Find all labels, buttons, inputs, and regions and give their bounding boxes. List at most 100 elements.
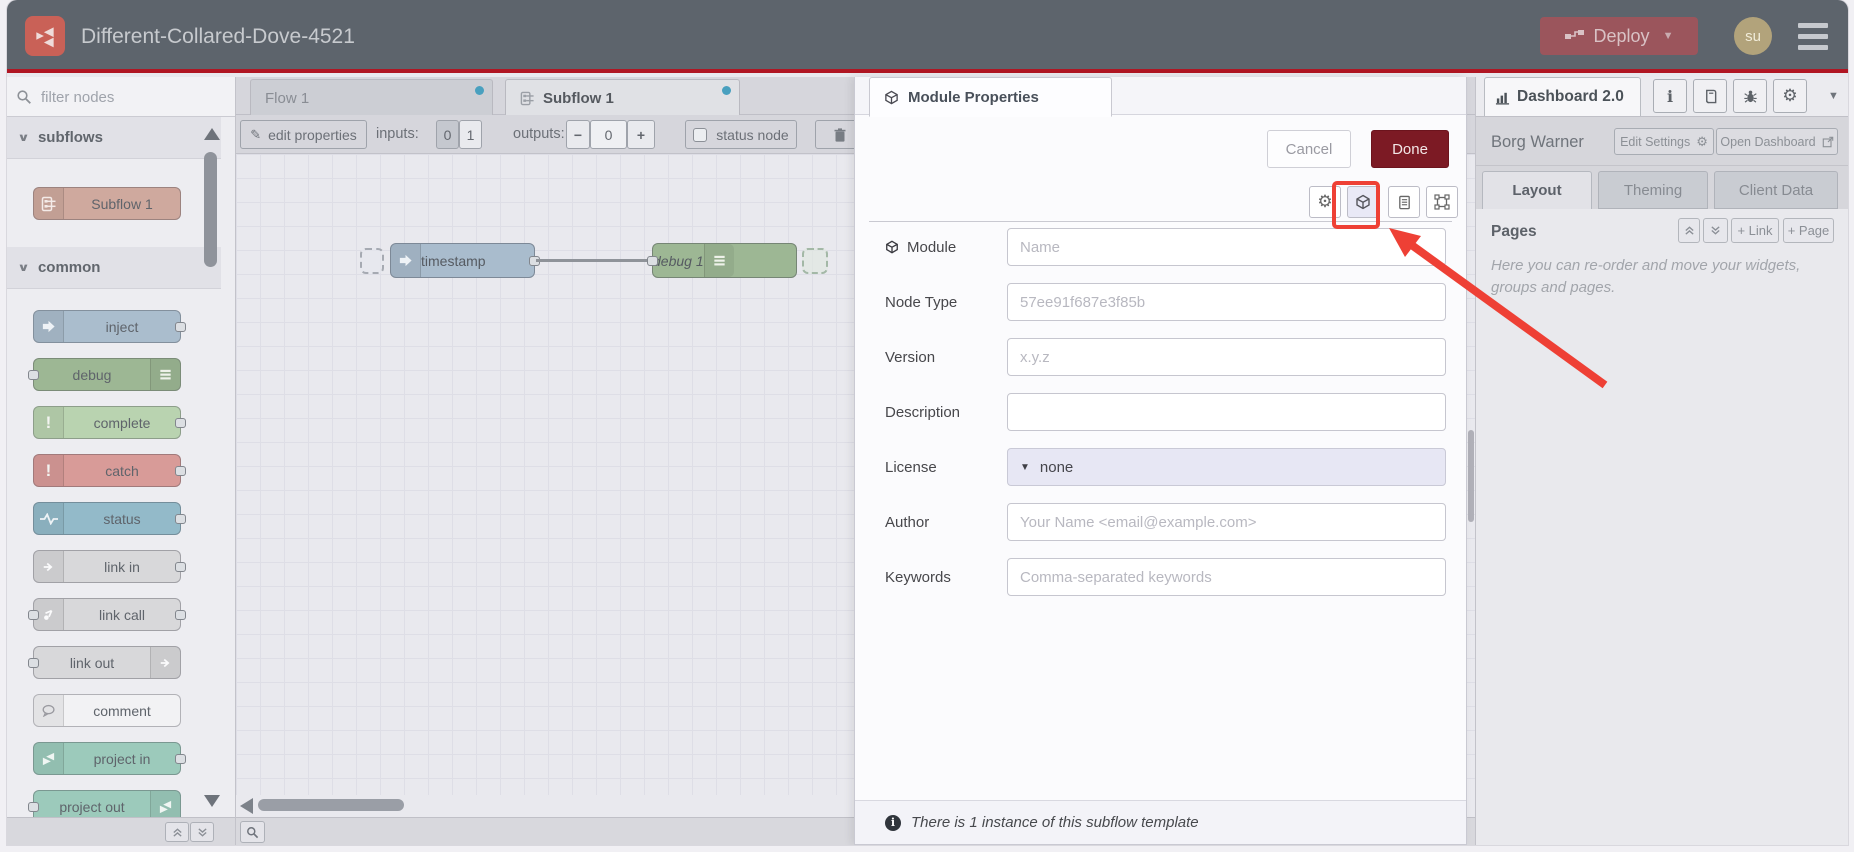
edit-settings-button[interactable]: Edit Settings ⚙ (1614, 128, 1714, 155)
palette-node-inject[interactable]: inject (33, 310, 186, 343)
description-input[interactable] (1007, 393, 1446, 431)
palette-collapse-all-button[interactable] (165, 822, 189, 842)
input-port[interactable] (647, 255, 658, 266)
edit-properties-tab-button[interactable]: ⚙ (1309, 186, 1341, 218)
output-port[interactable] (175, 465, 186, 476)
author-input[interactable] (1007, 503, 1446, 541)
tab-label: Flow 1 (265, 89, 310, 107)
sidebar-more-tabs-chevron-icon[interactable]: ▼ (1828, 90, 1839, 102)
output-port[interactable] (175, 753, 186, 764)
inputs-option-0[interactable]: 0 (436, 120, 459, 149)
status-node-toggle[interactable]: status node (685, 120, 797, 149)
edit-properties-button[interactable]: ✎ edit properties (240, 120, 367, 149)
deploy-dropdown-chevron-icon[interactable]: ▼ (1663, 30, 1674, 42)
subflow-output-stub[interactable] (802, 248, 828, 274)
input-port[interactable] (28, 609, 39, 620)
node-type-input[interactable] (1007, 283, 1446, 321)
double-chevron-up-icon (172, 827, 182, 837)
output-port[interactable] (175, 321, 186, 332)
palette-scroll-up-icon[interactable] (204, 128, 220, 140)
horizontal-scrollbar-thumb[interactable] (258, 799, 404, 811)
module-input[interactable] (1007, 228, 1446, 266)
tab-theming[interactable]: Theming (1598, 171, 1708, 209)
palette-node-project-in[interactable]: project in (33, 742, 186, 775)
description-tab-button[interactable] (1388, 186, 1420, 218)
inputs-label: inputs: (376, 126, 419, 142)
subflow-icon (34, 188, 64, 219)
status-node-checkbox[interactable] (693, 127, 708, 142)
config-tab-button[interactable]: ⚙ (1773, 79, 1807, 113)
user-avatar[interactable]: su (1734, 17, 1772, 55)
debug-tab-button[interactable] (1733, 79, 1767, 113)
palette-node-link-call[interactable]: link call (28, 598, 186, 631)
palette-section-common[interactable]: ∨ common (7, 247, 221, 289)
help-tab-button[interactable] (1693, 79, 1727, 113)
add-link-button[interactable]: + Link (1731, 218, 1779, 243)
palette-node-debug[interactable]: debug (28, 358, 181, 391)
gear-icon: ⚙ (1782, 86, 1798, 105)
canvas-vertical-scrollbar[interactable] (1468, 430, 1474, 522)
add-page-button[interactable]: + Page (1783, 218, 1834, 243)
tab-subflow-1[interactable]: Subflow 1 (505, 79, 740, 116)
version-input[interactable] (1007, 338, 1446, 376)
move-page-down-button[interactable] (1703, 218, 1728, 243)
open-dashboard-button[interactable]: Open Dashboard (1716, 128, 1838, 155)
filter-nodes-input[interactable] (39, 83, 227, 111)
palette-node-status[interactable]: status (33, 502, 186, 535)
main-menu-icon[interactable] (1798, 23, 1828, 50)
search-flows-button[interactable] (240, 821, 265, 843)
palette-node-comment[interactable]: comment (33, 694, 181, 727)
input-port[interactable] (28, 801, 39, 812)
input-port[interactable] (28, 369, 39, 380)
output-port[interactable] (175, 513, 186, 524)
palette-node-catch[interactable]: ! catch (33, 454, 186, 487)
double-chevron-down-icon (1711, 226, 1720, 235)
output-port[interactable] (175, 609, 186, 620)
palette-section-subflows[interactable]: ∨ subflows (7, 117, 221, 159)
palette-scrollbar-thumb[interactable] (204, 152, 217, 267)
canvas-node-timestamp[interactable]: timestamp (390, 243, 540, 278)
tab-layout[interactable]: Layout (1482, 171, 1592, 209)
outputs-increase-button[interactable]: + (627, 120, 655, 149)
trash-icon (834, 127, 846, 142)
node-label: complete (93, 414, 151, 431)
complete-icon: ! (34, 407, 64, 438)
inputs-option-1[interactable]: 1 (459, 120, 482, 149)
move-page-up-button[interactable] (1678, 218, 1700, 243)
scroll-left-icon[interactable] (240, 798, 253, 814)
unsaved-changes-dot (475, 86, 484, 95)
palette-node-link-in[interactable]: link in (33, 550, 186, 583)
option-label: 0 (443, 126, 452, 143)
canvas-node-debug-1[interactable]: debug 1 (647, 243, 797, 278)
input-port[interactable] (28, 657, 39, 668)
done-button[interactable]: Done (1371, 130, 1449, 168)
node-label: project in (93, 750, 151, 767)
output-port[interactable] (175, 417, 186, 428)
tab-dashboard-2[interactable]: Dashboard 2.0 (1484, 77, 1641, 116)
palette-node-complete[interactable]: ! complete (33, 406, 186, 439)
bug-icon (1743, 90, 1757, 103)
header-bar: Different-Collared-Dove-4521 Deploy ▼ su (7, 0, 1848, 73)
subflow-input-stub[interactable] (360, 248, 384, 274)
palette-node-subflow-1[interactable]: Subflow 1 (33, 187, 181, 220)
outputs-count-field[interactable]: 0 (590, 120, 627, 149)
info-tab-button[interactable]: i (1653, 79, 1687, 113)
license-select[interactable]: ▼ none (1007, 448, 1446, 486)
tab-flow-1[interactable]: Flow 1 (250, 79, 493, 116)
keywords-input[interactable] (1007, 558, 1446, 596)
palette-node-link-out[interactable]: link out (28, 646, 181, 679)
plus-icon: + (636, 126, 646, 143)
wire[interactable] (536, 259, 652, 262)
outputs-decrease-button[interactable]: − (566, 120, 590, 149)
palette-scroll-down-icon[interactable] (204, 795, 220, 807)
deploy-button[interactable]: Deploy ▼ (1540, 17, 1698, 55)
outputs-value: 0 (604, 126, 613, 143)
appearance-tab-button[interactable] (1426, 186, 1458, 218)
module-properties-tab-button[interactable] (1347, 186, 1379, 218)
cancel-button[interactable]: Cancel (1267, 130, 1351, 168)
palette-expand-all-button[interactable] (190, 822, 214, 842)
output-port[interactable] (175, 561, 186, 572)
node-label: catch (105, 462, 139, 479)
tab-client-data[interactable]: Client Data (1714, 171, 1838, 209)
tab-module-properties[interactable]: Module Properties (869, 77, 1112, 117)
